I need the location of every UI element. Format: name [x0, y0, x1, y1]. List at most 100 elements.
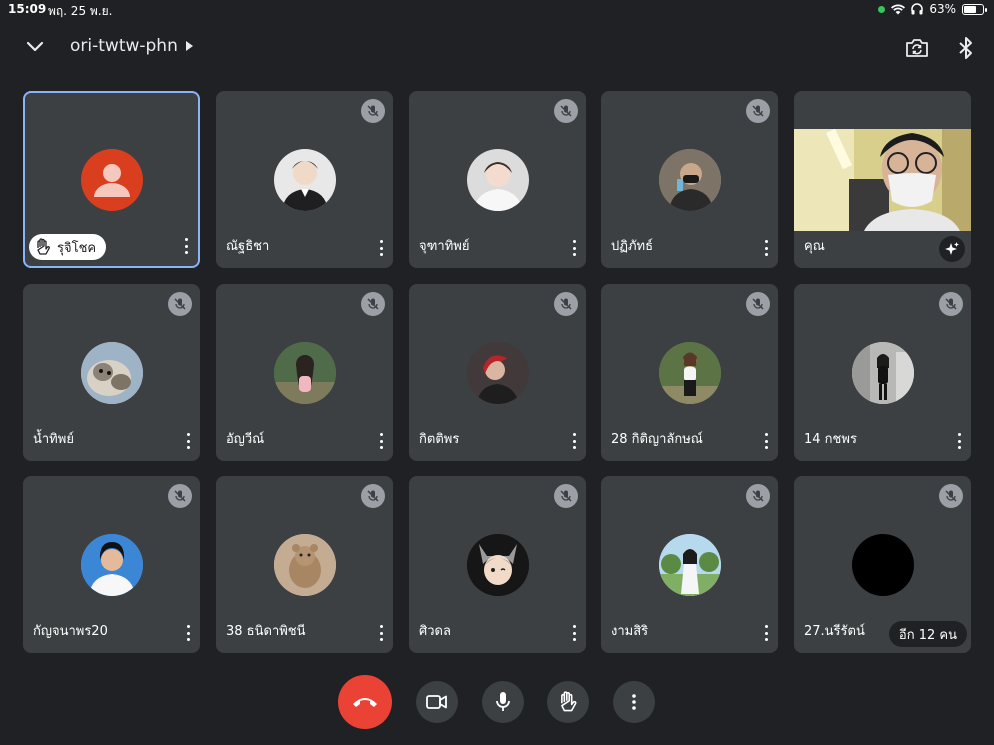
tile-menu-button[interactable] [570, 625, 578, 641]
participant-tile-self[interactable]: คุณ [794, 91, 971, 268]
participant-name: ศิวดล [419, 624, 451, 639]
status-time: 15:09 [8, 2, 47, 16]
avatar [851, 533, 914, 596]
mic-off-icon [361, 484, 385, 508]
tile-menu-button[interactable] [182, 238, 190, 254]
mic-off-icon [939, 484, 963, 508]
participant-tile[interactable]: กัญจนาพร20 [23, 476, 200, 653]
hand-icon [561, 691, 577, 712]
end-call-button[interactable] [338, 675, 392, 729]
avatar [80, 341, 143, 404]
participant-name: งามสิริ [611, 624, 649, 639]
mic-off-icon [168, 292, 192, 316]
mic-off-icon [939, 292, 963, 316]
mic-off-icon [746, 484, 770, 508]
tile-menu-button[interactable] [570, 433, 578, 449]
battery-icon [962, 3, 987, 15]
raised-hand-badge: รุจิโชค [29, 234, 107, 260]
tile-menu-button[interactable] [762, 240, 770, 256]
more-options-button[interactable] [613, 681, 655, 723]
bluetooth-button[interactable] [956, 35, 976, 61]
hand-icon [37, 238, 50, 255]
microphone-toggle-button[interactable] [482, 681, 524, 723]
person-icon [93, 163, 130, 197]
video-camera-icon [426, 695, 447, 709]
phone-hangup-icon [353, 698, 377, 707]
mic-off-icon [746, 99, 770, 123]
mic-off-icon [168, 484, 192, 508]
top-bar: ori-twtw-phn [0, 28, 994, 68]
tile-menu-button[interactable] [184, 625, 192, 641]
camera-switch-icon [906, 39, 928, 57]
tile-menu-button[interactable] [955, 433, 963, 449]
participant-tile[interactable]: ศิวดล [409, 476, 586, 653]
mic-off-icon [361, 99, 385, 123]
participant-tile[interactable]: จุฑาทิพย์ [409, 91, 586, 268]
more-participants-button[interactable]: อีก 12 คน [888, 621, 967, 647]
participant-tile[interactable]: 27.นรีรัตน์ อีก 12 คน [794, 476, 971, 653]
participant-name: กิตติพร [419, 432, 460, 447]
participant-tile[interactable]: 38 ธนิดาพิชนี [216, 476, 393, 653]
tile-menu-button[interactable] [377, 240, 385, 256]
participant-name: ณัฐธิชา [226, 239, 270, 254]
meeting-title[interactable]: ori-twtw-phn [70, 36, 193, 56]
participant-tile[interactable]: งามสิริ [601, 476, 778, 653]
participant-tile[interactable]: กิตติพร [409, 284, 586, 461]
participant-name: 28 กิติญาลักษณ์ [611, 432, 703, 447]
participant-tile[interactable]: ณัฐธิชา [216, 91, 393, 268]
participant-name: คุณ [804, 239, 825, 254]
tile-menu-button[interactable] [184, 433, 192, 449]
tile-menu-button[interactable] [762, 433, 770, 449]
participant-name: 38 ธนิดาพิชนี [226, 624, 306, 639]
participant-tile[interactable]: 14 กชพร [794, 284, 971, 461]
self-video [794, 129, 971, 231]
mic-off-icon [554, 484, 578, 508]
avatar [466, 533, 529, 596]
battery-percent: 63% [929, 2, 956, 16]
avatar [80, 148, 143, 211]
avatar [658, 148, 721, 211]
avatar [80, 533, 143, 596]
tile-menu-button[interactable] [762, 625, 770, 641]
mic-off-icon [554, 99, 578, 123]
participant-name: น้ำทิพย์ [33, 432, 74, 447]
effects-button[interactable] [939, 236, 965, 262]
meeting-code: ori-twtw-phn [70, 36, 178, 56]
participant-tile[interactable]: 28 กิติญาลักษณ์ [601, 284, 778, 461]
avatar [658, 341, 721, 404]
wifi-icon [891, 4, 906, 15]
participant-tile[interactable]: น้ำทิพย์ [23, 284, 200, 461]
tile-menu-button[interactable] [377, 625, 385, 641]
camera-toggle-button[interactable] [416, 681, 458, 723]
mic-off-icon [361, 292, 385, 316]
participant-name: รุจิโชค [57, 240, 97, 256]
participant-tile[interactable]: รุจิโชค [23, 91, 200, 268]
caret-right-icon [185, 41, 193, 51]
participant-name: จุฑาทิพย์ [419, 239, 470, 254]
switch-camera-button[interactable] [904, 35, 930, 61]
avatar [466, 341, 529, 404]
avatar [466, 148, 529, 211]
participant-name: 14 กชพร [804, 432, 857, 447]
sparkle-icon [945, 242, 959, 255]
status-right: 63% [878, 2, 987, 16]
participant-name: กัญจนาพร20 [33, 624, 108, 639]
headphones-icon [911, 3, 924, 15]
avatar [273, 148, 336, 211]
collapse-button[interactable] [22, 34, 48, 60]
avatar [658, 533, 721, 596]
participant-name: อัญวีณ์ [226, 432, 265, 447]
bluetooth-icon [959, 37, 972, 59]
participant-name: ปฏิภัทธ์ [611, 239, 654, 254]
recording-dot-icon [878, 5, 886, 13]
avatar [851, 341, 914, 404]
chevron-down-icon [26, 41, 44, 52]
participant-tile[interactable]: ปฏิภัทธ์ [601, 91, 778, 268]
participant-tile[interactable]: อัญวีณ์ [216, 284, 393, 461]
tile-menu-button[interactable] [377, 433, 385, 449]
mic-off-icon [746, 292, 770, 316]
microphone-icon [496, 692, 510, 711]
raise-hand-button[interactable] [547, 681, 589, 723]
tile-menu-button[interactable] [570, 240, 578, 256]
mic-off-icon [554, 292, 578, 316]
